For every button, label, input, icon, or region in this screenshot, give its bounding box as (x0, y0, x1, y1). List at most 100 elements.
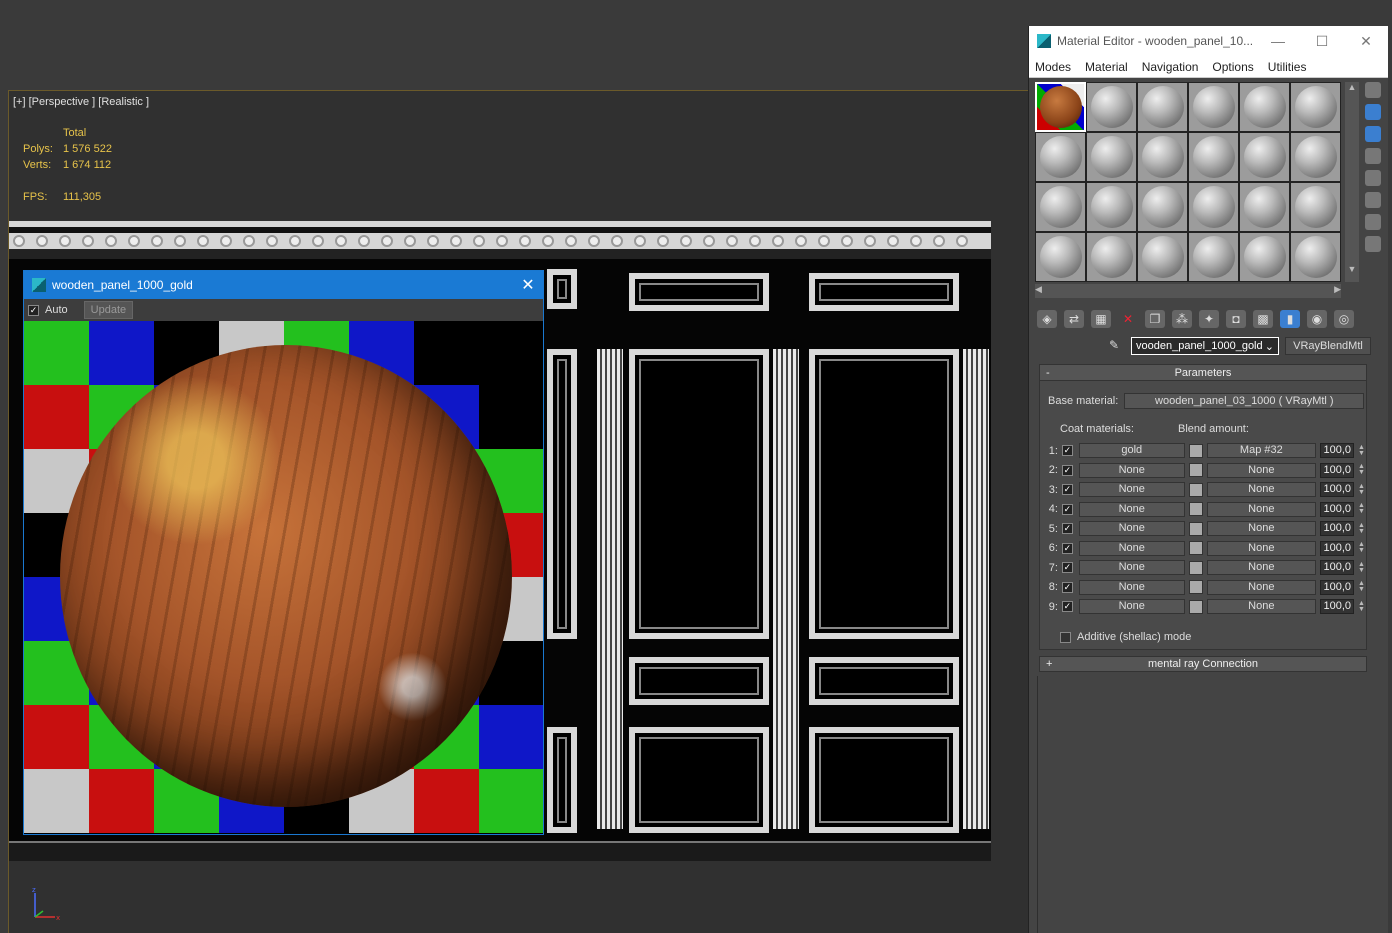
spinner-icon[interactable]: ▲ ▼ (1358, 580, 1366, 593)
expand-icon[interactable]: + (1046, 657, 1052, 671)
coat-material-button[interactable]: None (1078, 521, 1185, 537)
slots-vertical-scrollbar[interactable]: ▲ ▼ (1345, 82, 1359, 282)
maximize-icon[interactable]: ☐ (1300, 33, 1344, 50)
make-unique-icon[interactable]: ⁂ (1172, 310, 1192, 328)
coat-color-swatch[interactable] (1188, 580, 1203, 595)
sample-slot[interactable] (1086, 132, 1137, 182)
viewport-label[interactable]: [+] [Perspective ] [Realistic ] (13, 96, 149, 108)
sample-slot[interactable] (1086, 232, 1137, 282)
scroll-down-icon[interactable]: ▼ (1345, 264, 1359, 274)
material-id-channel-icon[interactable]: ◘ (1226, 310, 1246, 328)
sample-type-icon[interactable] (1365, 82, 1381, 98)
blend-amount-field[interactable]: 100,0 (1320, 482, 1355, 498)
coat-color-swatch[interactable] (1188, 482, 1203, 497)
parameters-rollout-header[interactable]: - Parameters (1040, 365, 1366, 381)
options-icon[interactable] (1365, 214, 1381, 230)
coat-material-button[interactable]: None (1078, 462, 1185, 478)
blend-map-button[interactable]: None (1206, 560, 1317, 576)
sample-slot[interactable] (1239, 132, 1290, 182)
coat-enable-checkbox[interactable]: ✓ (1061, 562, 1073, 574)
spinner-icon[interactable]: ▲ ▼ (1358, 541, 1366, 554)
chevron-down-icon[interactable]: ⌄ (1265, 340, 1274, 353)
sample-slot[interactable] (1137, 232, 1188, 282)
material-type-button[interactable]: VRayBlendMtl (1285, 337, 1371, 355)
sample-slot[interactable] (1086, 82, 1137, 132)
sample-slot[interactable] (1239, 232, 1290, 282)
coat-enable-checkbox[interactable]: ✓ (1061, 542, 1073, 554)
eyedropper-icon[interactable]: ✎ (1109, 338, 1125, 354)
material-name-field[interactable]: vooden_panel_1000_gold ⌄ (1131, 337, 1279, 355)
copy-material-icon[interactable]: ❐ (1145, 310, 1165, 328)
background-checker-icon[interactable] (1365, 126, 1381, 142)
make-preview-icon[interactable] (1365, 192, 1381, 208)
sample-slot[interactable] (1290, 182, 1341, 232)
coat-color-swatch[interactable] (1188, 521, 1203, 536)
coat-material-button[interactable]: gold (1078, 443, 1185, 459)
material-preview-window[interactable]: wooden_panel_1000_gold ✕ ✓ Auto Update (23, 270, 544, 835)
blend-map-button[interactable]: None (1206, 540, 1317, 556)
blend-amount-field[interactable]: 100,0 (1320, 560, 1355, 576)
auto-checkbox[interactable]: ✓ (28, 304, 39, 316)
blend-amount-field[interactable]: 100,0 (1320, 501, 1355, 517)
blend-map-button[interactable]: None (1206, 462, 1317, 478)
blend-amount-field[interactable]: 100,0 (1320, 599, 1355, 615)
show-shaded-material-icon[interactable]: ▩ (1253, 310, 1273, 328)
blend-amount-field[interactable]: 100,0 (1320, 443, 1355, 459)
menu-options[interactable]: Options (1212, 60, 1253, 74)
blend-amount-field[interactable]: 100,0 (1320, 540, 1355, 556)
go-forward-to-sibling-icon[interactable]: ◎ (1334, 310, 1354, 328)
get-material-icon[interactable]: ◈ (1037, 310, 1057, 328)
minimize-icon[interactable]: — (1256, 33, 1300, 49)
put-to-library-icon[interactable]: ✦ (1199, 310, 1219, 328)
material-editor-window[interactable]: Material Editor - wooden_panel_10... — ☐… (1028, 26, 1388, 933)
blend-amount-field[interactable]: 100,0 (1320, 579, 1355, 595)
go-to-parent-icon[interactable]: ◉ (1307, 310, 1327, 328)
spinner-icon[interactable]: ▲ ▼ (1358, 502, 1366, 515)
sample-slot[interactable] (1239, 82, 1290, 132)
coat-material-button[interactable]: None (1078, 482, 1185, 498)
spinner-icon[interactable]: ▲ ▼ (1358, 444, 1366, 457)
sample-slot-active[interactable] (1035, 82, 1086, 132)
menu-material[interactable]: Material (1085, 60, 1128, 74)
menu-navigation[interactable]: Navigation (1142, 60, 1199, 74)
sample-slot[interactable] (1290, 82, 1341, 132)
sample-slot[interactable] (1188, 232, 1239, 282)
blend-map-button[interactable]: None (1206, 521, 1317, 537)
mental-ray-rollout-header[interactable]: + mental ray Connection (1039, 656, 1367, 672)
put-to-scene-icon[interactable]: ⇄ (1064, 310, 1084, 328)
preview-titlebar[interactable]: wooden_panel_1000_gold ✕ (24, 271, 543, 299)
sample-slot[interactable] (1137, 182, 1188, 232)
coat-color-swatch[interactable] (1188, 560, 1203, 575)
scroll-right-icon[interactable]: ▶ (1334, 284, 1341, 298)
sample-slot[interactable] (1035, 182, 1086, 232)
reset-map-icon[interactable]: ✕ (1118, 310, 1138, 328)
blend-map-button[interactable]: None (1206, 501, 1317, 517)
spinner-icon[interactable]: ▲ ▼ (1358, 600, 1366, 613)
coat-enable-checkbox[interactable]: ✓ (1061, 523, 1073, 535)
sample-slot[interactable] (1290, 132, 1341, 182)
coat-color-swatch[interactable] (1188, 541, 1203, 556)
sample-slot[interactable] (1188, 182, 1239, 232)
sample-slot[interactable] (1137, 132, 1188, 182)
additive-checkbox[interactable] (1060, 631, 1071, 643)
coat-enable-checkbox[interactable]: ✓ (1061, 601, 1073, 613)
menu-modes[interactable]: Modes (1035, 60, 1071, 74)
sample-uv-tiling-icon[interactable] (1365, 148, 1381, 164)
blend-map-button[interactable]: None (1206, 482, 1317, 498)
show-end-result-icon[interactable]: ▮ (1280, 310, 1300, 328)
coat-material-button[interactable]: None (1078, 560, 1185, 576)
coat-color-swatch[interactable] (1188, 599, 1203, 614)
coat-enable-checkbox[interactable]: ✓ (1061, 464, 1073, 476)
spinner-icon[interactable]: ▲ ▼ (1358, 522, 1366, 535)
backlight-icon[interactable] (1365, 104, 1381, 120)
blend-map-button[interactable]: Map #32 (1206, 443, 1317, 459)
spinner-icon[interactable]: ▲ ▼ (1358, 483, 1366, 496)
coat-material-button[interactable]: None (1078, 579, 1185, 595)
video-color-check-icon[interactable] (1365, 170, 1381, 186)
coat-enable-checkbox[interactable]: ✓ (1061, 484, 1073, 496)
menu-utilities[interactable]: Utilities (1268, 60, 1307, 74)
blend-map-button[interactable]: None (1206, 579, 1317, 595)
sample-slot[interactable] (1137, 82, 1188, 132)
scroll-up-icon[interactable]: ▲ (1345, 82, 1359, 92)
coat-material-button[interactable]: None (1078, 501, 1185, 517)
